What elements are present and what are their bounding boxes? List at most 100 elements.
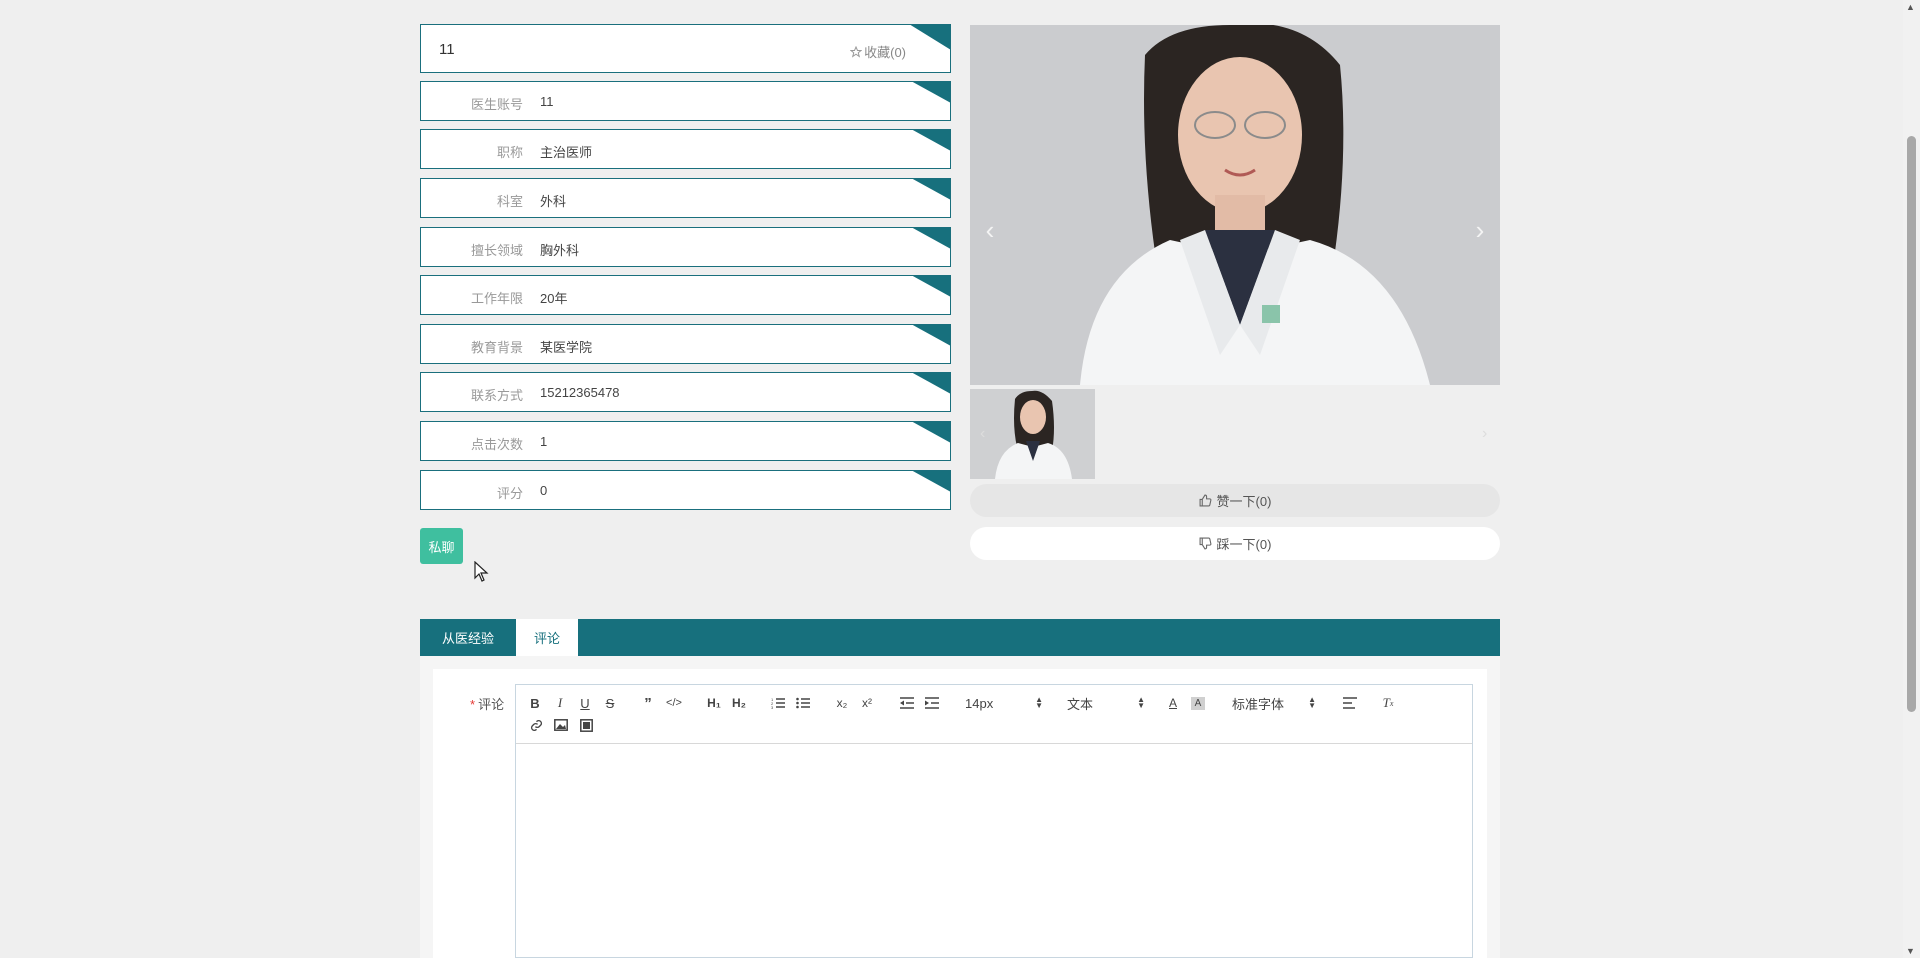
scroll-up-icon[interactable]: ▲ [1906,2,1915,12]
comment-field-label: * 评论 [470,694,504,713]
field-value: 某医学院 [540,340,593,355]
rich-text-editor: B I U S ” </> H₁ H₂ 123 x₂ x² 14px ▲ ▼ 文本… [515,684,1473,958]
doctor-title-box: 11 收藏(0) [420,24,951,73]
select-arrows-icon: ▲ ▼ [1035,695,1043,710]
corner-ribbon-icon [911,325,950,346]
heading1-icon[interactable]: H₁ [705,694,723,712]
field-value: 11 [540,94,554,109]
comment-label-text: 评论 [478,697,505,712]
indent-icon[interactable] [924,694,940,712]
thumbs-down-icon [1199,537,1212,550]
info-row-contact: 联系方式 15212365478 [420,372,951,412]
page-scrollbar[interactable]: ▲ ▼ [1903,0,1920,958]
carousel-prev-icon[interactable]: ‹ [978,215,1002,245]
corner-ribbon-icon [911,422,950,443]
info-row-years: 工作年限 20年 [420,275,951,315]
text-type-value: 文本 [1067,696,1094,712]
clear-format-icon[interactable]: Tx [1380,694,1396,712]
info-row-rating: 评分 0 [420,470,951,510]
svg-text:3: 3 [771,705,774,709]
select-arrows-icon: ▲ ▼ [1137,695,1145,710]
field-label: 擅长领域 [470,243,523,258]
bold-icon[interactable]: B [528,694,542,712]
info-row-education: 教育背景 某医学院 [420,324,951,364]
tab-bar: 从医经验 评论 [420,619,1500,656]
text-type-select[interactable]: 文本 ▲ ▼ [1067,694,1145,712]
field-value: 15212365478 [540,385,620,400]
field-value: 外科 [540,194,567,209]
field-label: 医生账号 [470,97,523,112]
dislike-button[interactable]: 踩一下(0) [970,527,1500,560]
private-chat-button[interactable]: 私聊 [420,528,463,564]
font-color-icon[interactable]: A [1166,694,1180,712]
thumbnail-next-icon[interactable]: › [1482,425,1487,443]
field-label: 点击次数 [470,437,523,452]
link-icon[interactable] [528,716,544,734]
editor-toolbar: B I U S ” </> H₁ H₂ 123 x₂ x² 14px ▲ ▼ 文本… [516,685,1472,744]
info-row-specialty: 擅长领域 胸外科 [420,227,951,267]
info-row-clicks: 点击次数 1 [420,421,951,461]
field-value: 0 [540,483,548,498]
corner-ribbon-icon [909,25,950,50]
strikethrough-icon[interactable]: S [603,694,617,712]
field-label: 科室 [496,194,523,209]
star-icon [850,45,863,58]
align-left-icon[interactable] [1342,694,1358,712]
scroll-down-icon[interactable]: ▼ [1906,946,1915,956]
corner-ribbon-icon [911,373,950,394]
doctor-photo [970,25,1500,385]
tab-experience[interactable]: 从医经验 [420,619,516,656]
like-button[interactable]: 赞一下(0) [970,484,1500,517]
dislike-label: 踩一下(0) [1216,537,1272,552]
thumbnail-prev-icon[interactable]: ‹ [980,425,985,443]
ordered-list-icon[interactable]: 123 [770,694,786,712]
carousel-next-icon[interactable]: › [1468,215,1492,245]
doctor-title: 11 [439,41,455,58]
subscript-icon[interactable]: x₂ [834,694,850,712]
favorite-button[interactable]: 收藏(0) [850,42,906,61]
required-mark: * [470,697,476,712]
corner-ribbon-icon [911,228,950,249]
image-icon[interactable] [553,716,569,734]
font-size-value: 14px [965,695,994,711]
superscript-icon[interactable]: x² [859,694,875,712]
background-color-icon[interactable]: A [1191,697,1205,710]
like-label: 赞一下(0) [1216,494,1272,509]
corner-ribbon-icon [911,130,950,151]
corner-ribbon-icon [911,82,950,103]
field-value: 胸外科 [540,243,580,258]
field-label: 联系方式 [470,388,523,403]
blockquote-icon[interactable]: ” [641,694,655,712]
info-row-account: 医生账号 11 [420,81,951,121]
tab-comments[interactable]: 评论 [516,619,578,656]
favorite-label: 收藏(0) [864,45,906,60]
field-label: 评分 [496,486,523,501]
doctor-thumbnail [970,389,1095,479]
font-size-select[interactable]: 14px ▲ ▼ [965,694,1043,712]
field-label: 工作年限 [470,291,523,306]
underline-icon[interactable]: U [578,694,592,712]
video-icon[interactable] [578,716,594,734]
corner-ribbon-icon [911,179,950,200]
info-row-department: 科室 外科 [420,178,951,218]
font-family-value: 标准字体 [1232,696,1285,712]
corner-ribbon-icon [911,471,950,492]
bullet-list-icon[interactable] [795,694,811,712]
mouse-cursor-icon [474,561,489,582]
field-label: 教育背景 [470,340,523,355]
scroll-thumb[interactable] [1907,136,1916,712]
thumbs-up-icon [1199,494,1212,507]
field-value: 1 [540,434,548,449]
field-value: 主治医师 [540,145,593,160]
info-row-title: 职称 主治医师 [420,129,951,169]
outdent-icon[interactable] [899,694,915,712]
doctor-photo-carousel[interactable]: ‹ › [970,25,1500,385]
thumbnail-photo[interactable] [970,389,1095,479]
font-family-select[interactable]: 标准字体 ▲ ▼ [1232,694,1316,712]
corner-ribbon-icon [911,276,950,297]
code-block-icon[interactable]: </> [666,694,682,712]
italic-icon[interactable]: I [553,694,567,712]
select-arrows-icon: ▲ ▼ [1308,695,1316,710]
heading2-icon[interactable]: H₂ [730,694,748,712]
field-value: 20年 [540,291,568,306]
